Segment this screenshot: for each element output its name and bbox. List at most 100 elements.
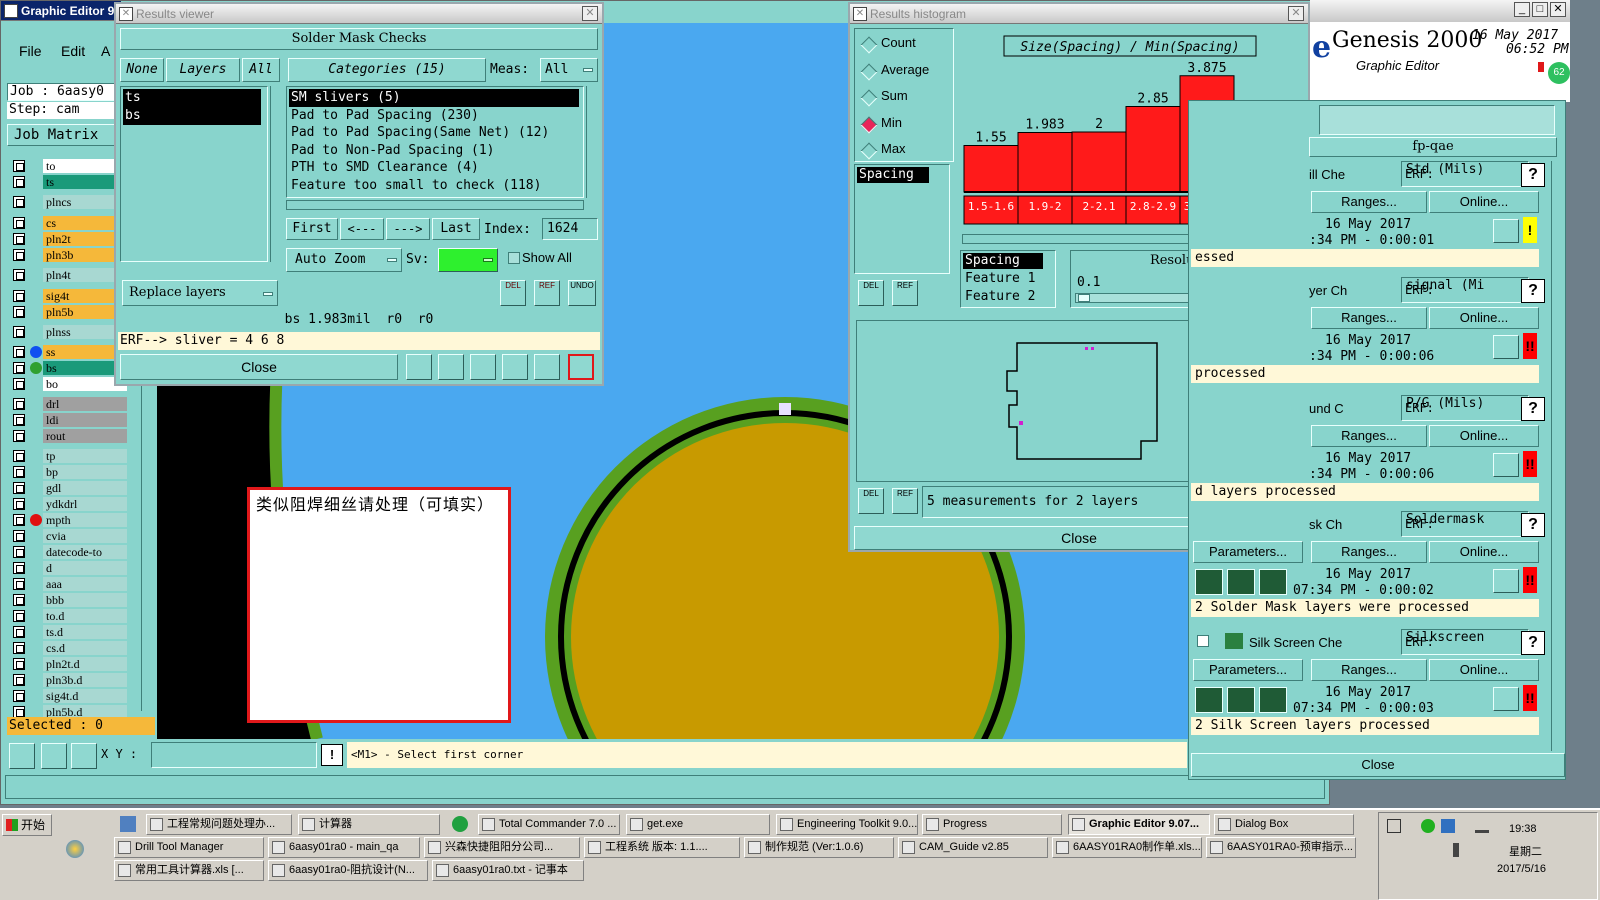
- magnify-icon[interactable]: [1493, 219, 1519, 243]
- layer-checkbox[interactable]: [13, 594, 25, 606]
- help-button[interactable]: ?: [1521, 513, 1545, 537]
- quick-launch-refresh-icon[interactable]: [452, 816, 468, 832]
- hist-ref-button[interactable]: REF: [892, 280, 918, 306]
- run-check-icon[interactable]: [1195, 687, 1223, 713]
- category-results-list[interactable]: SM slivers (5) Pad to Pad Spacing (230) Pa…: [286, 86, 584, 198]
- layer-checkbox[interactable]: [13, 498, 25, 510]
- tray-icon-3[interactable]: [1441, 819, 1455, 833]
- index-input[interactable]: 1624: [542, 218, 598, 240]
- layer-name[interactable]: sig4t.d: [43, 689, 127, 703]
- minimize-icon[interactable]: _: [1514, 2, 1530, 17]
- layer-checkbox[interactable]: [13, 176, 25, 188]
- category-list-scrollbar[interactable]: [586, 86, 598, 198]
- layer-row-to[interactable]: to: [11, 159, 127, 173]
- layer-checkbox[interactable]: [13, 578, 25, 590]
- layer-row-cs[interactable]: cs: [11, 216, 127, 230]
- layer-checkbox[interactable]: [13, 514, 25, 526]
- histogram-icon[interactable]: [568, 354, 594, 380]
- layer-checkbox[interactable]: [13, 378, 25, 390]
- taskbar-button[interactable]: 6aasy01ra0.txt - 记事本: [432, 860, 584, 881]
- layer-name[interactable]: cvia: [43, 529, 127, 543]
- layer-row-mpth[interactable]: mpth: [11, 513, 127, 527]
- mode-radio-max[interactable]: [860, 142, 878, 160]
- ranges-button[interactable]: Ranges...: [1311, 425, 1427, 447]
- layer-checkbox[interactable]: [13, 398, 25, 410]
- layer-row-plncs[interactable]: plncs: [11, 195, 127, 209]
- taskbar-button[interactable]: 工程系统 版本: 1.1....: [584, 837, 740, 858]
- grid-tool-icon[interactable]: [71, 743, 97, 769]
- layer-list-scrollbar[interactable]: [270, 86, 282, 262]
- run-check-icon[interactable]: [1195, 569, 1223, 595]
- layer-row-pln3b[interactable]: pln3b: [11, 248, 127, 262]
- erf-select[interactable]: Soldermask: [1401, 511, 1529, 537]
- layer-row-rout[interactable]: rout: [11, 429, 127, 443]
- results-close-button[interactable]: Close: [120, 354, 398, 380]
- ranges-button[interactable]: Ranges...: [1311, 191, 1427, 213]
- layer-checkbox[interactable]: [13, 642, 25, 654]
- zoom-tool-icon[interactable]: [9, 743, 35, 769]
- taskbar-button[interactable]: Dialog Box: [1214, 814, 1354, 835]
- layer-checkbox[interactable]: [13, 160, 25, 172]
- mode-radio-min[interactable]: [860, 116, 878, 133]
- layer-row-tp[interactable]: tp: [11, 449, 127, 463]
- menu-a[interactable]: A: [101, 43, 110, 59]
- layer-name[interactable]: bbb: [43, 593, 127, 607]
- taskbar-button[interactable]: 6aasy01ra0 - main_qa: [268, 837, 420, 858]
- layer-name[interactable]: ts.d: [43, 625, 127, 639]
- layer-checkbox[interactable]: [13, 430, 25, 442]
- mode-radio-count[interactable]: [860, 36, 878, 54]
- start-button[interactable]: 开始: [2, 814, 52, 836]
- taskbar-button[interactable]: 6aasy01ra0-阻抗设计(N...: [268, 860, 428, 881]
- tray-icon-2[interactable]: [1421, 819, 1435, 833]
- layer-results-list[interactable]: ts bs: [120, 86, 268, 262]
- layer-row-pln2t[interactable]: pln2t: [11, 232, 127, 246]
- close-icon[interactable]: ✕: [1550, 2, 1566, 17]
- taskbar-button[interactable]: 6AASY01RA0-预审指示...: [1206, 837, 1356, 858]
- layer-row-ts-d[interactable]: ts.d: [11, 625, 127, 639]
- run-report-icon[interactable]: [1259, 687, 1287, 713]
- layer-checkbox[interactable]: [13, 346, 25, 358]
- layer-checkbox[interactable]: [13, 233, 25, 245]
- layer-row-ts[interactable]: ts: [11, 175, 127, 189]
- taskbar-button[interactable]: Drill Tool Manager: [114, 837, 264, 858]
- layer-name[interactable]: ydkdrl: [43, 497, 127, 511]
- refresh-icon[interactable]: [502, 354, 528, 380]
- magnify-icon[interactable]: [1493, 453, 1519, 477]
- magnify-icon[interactable]: [1493, 335, 1519, 359]
- checklist-close-button[interactable]: Close: [1191, 753, 1565, 777]
- layer-row-drl[interactable]: drl: [11, 397, 127, 411]
- network-icon[interactable]: [1475, 821, 1489, 833]
- layer-checkbox[interactable]: [13, 626, 25, 638]
- layer-checkbox[interactable]: [13, 450, 25, 462]
- erf-select[interactable]: signal (Mi: [1401, 277, 1529, 303]
- all-button[interactable]: All: [242, 58, 280, 82]
- layer-name[interactable]: pln3b.d: [43, 673, 127, 687]
- category-item[interactable]: SM slivers (5): [289, 89, 579, 107]
- layer-name[interactable]: rout: [43, 429, 127, 443]
- close-icon[interactable]: ✕: [582, 6, 598, 21]
- categories-button[interactable]: Categories (15): [288, 58, 486, 82]
- meas-select[interactable]: All: [540, 58, 598, 82]
- help-button[interactable]: ?: [1521, 163, 1545, 187]
- layer-row-bp[interactable]: bp: [11, 465, 127, 479]
- measure-item-spacing[interactable]: Spacing: [857, 167, 929, 183]
- result-layer-ts[interactable]: ts: [123, 89, 261, 107]
- layer-checkbox[interactable]: [13, 269, 25, 281]
- layer-row-sig4t-d[interactable]: sig4t.d: [11, 689, 127, 703]
- mode-radio-sum[interactable]: [860, 89, 878, 107]
- layers-button[interactable]: Layers: [166, 58, 240, 82]
- checklist-scrollbar[interactable]: [1551, 161, 1565, 751]
- ranges-button[interactable]: Ranges...: [1311, 659, 1427, 681]
- category-item[interactable]: Pad to Pad Spacing(Same Net) (12): [289, 124, 579, 142]
- xy-input[interactable]: [151, 742, 317, 768]
- layer-row-pln5b[interactable]: pln5b: [11, 305, 127, 319]
- online-button[interactable]: Online...: [1429, 191, 1539, 213]
- preview-ref-button[interactable]: REF: [892, 488, 918, 514]
- layer-checkbox[interactable]: [13, 196, 25, 208]
- layer-checkbox[interactable]: [13, 414, 25, 426]
- layer-checkbox[interactable]: [13, 658, 25, 670]
- layer-checkbox[interactable]: [13, 546, 25, 558]
- layer-checkbox[interactable]: [13, 466, 25, 478]
- layer-checkbox[interactable]: [13, 482, 25, 494]
- layer-row-cvia[interactable]: cvia: [11, 529, 127, 543]
